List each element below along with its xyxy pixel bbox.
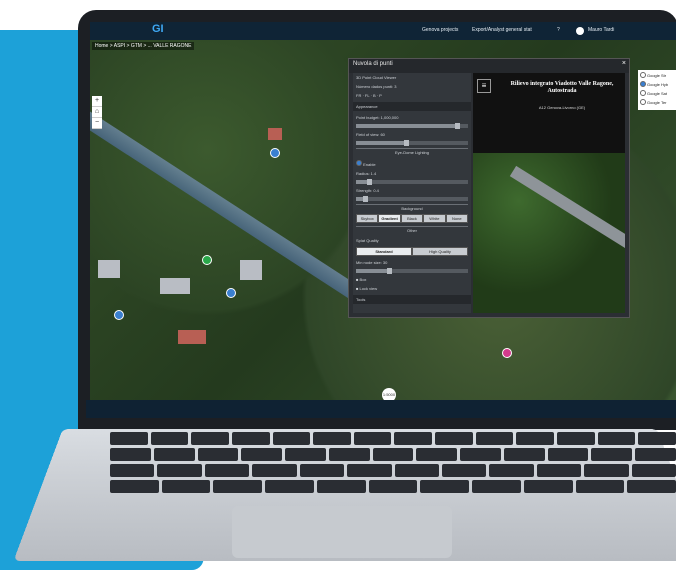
- layer-label: Google Hyb: [647, 81, 669, 87]
- points-count-label: Número dados punti: 3: [356, 84, 397, 89]
- key-row: [110, 480, 676, 493]
- radio-icon: [356, 160, 362, 166]
- fov-label: Field of view: 60: [356, 132, 385, 137]
- laptop-touchpad: [232, 506, 452, 558]
- zoom-in-button[interactable]: +: [92, 96, 102, 107]
- radius-slider[interactable]: [356, 179, 468, 185]
- base-layer-switcher: Google Str Google Hyb Google Sat Google …: [638, 70, 676, 110]
- layer-label: Google Sat: [647, 90, 668, 96]
- point-cloud-dialog: Nuvola di punti × 3D Point Cloud Viewer …: [348, 58, 630, 318]
- view-buttons[interactable]: FR · FL · B · P: [353, 91, 471, 100]
- layer-option-google-hyb[interactable]: Google Hyb: [640, 81, 676, 87]
- fov-slider[interactable]: [356, 140, 468, 146]
- bg-option-black[interactable]: Black: [400, 214, 424, 223]
- map-pin[interactable]: [202, 255, 212, 265]
- lock-view-checkbox[interactable]: ■ Lock view: [353, 284, 471, 293]
- lighting-section-title: Eye-Dome Lighting: [356, 148, 468, 155]
- map-pin[interactable]: [226, 288, 236, 298]
- app-screen: GI Genova projects Export/Analyst genera…: [90, 22, 676, 406]
- background-options: Skybox Gradient Black White None: [356, 214, 469, 223]
- point-budget-label: Point budget: 1,000,000: [356, 115, 399, 120]
- bg-option-gradient[interactable]: Gradient: [378, 214, 401, 223]
- box-label: Box: [359, 277, 367, 282]
- building: [98, 260, 120, 278]
- radius-label: Radius: 1.4: [356, 171, 377, 176]
- user-name[interactable]: Mauro Tardi: [588, 27, 614, 33]
- viewport-subtitle: A12 Genova-Livorno (GE): [538, 105, 586, 110]
- min-node-label: Min node size: 30: [356, 260, 388, 265]
- enable-lighting-toggle[interactable]: Enable: [353, 158, 471, 169]
- zoom-out-button[interactable]: −: [92, 118, 102, 129]
- home-button[interactable]: ⌂: [92, 107, 102, 118]
- help-icon[interactable]: ?: [557, 27, 560, 33]
- menu-icon[interactable]: ≡: [477, 79, 491, 93]
- map-pin[interactable]: [270, 148, 280, 158]
- splat-standard[interactable]: Standard: [356, 247, 412, 256]
- min-node-slider[interactable]: [356, 268, 468, 274]
- layer-label: Google Str: [647, 72, 667, 78]
- layer-label: Google Ter: [647, 99, 667, 105]
- radio-icon: [640, 72, 646, 78]
- lock-view-label: Lock view: [359, 286, 378, 291]
- key-row: [110, 464, 676, 477]
- bg-option-skybox[interactable]: Skybox: [356, 214, 379, 223]
- strength-label: Strength: 0.4: [356, 188, 379, 193]
- bg-option-white[interactable]: White: [423, 214, 446, 223]
- enable-label: Enable: [363, 162, 376, 167]
- splat-high-quality[interactable]: High Quality: [412, 247, 468, 256]
- building: [160, 278, 190, 294]
- top-menu-export[interactable]: Export/Analyst general stat: [472, 27, 532, 33]
- splat-quality-label: Splat Quality: [356, 238, 379, 243]
- box-checkbox[interactable]: ■ Box: [353, 275, 471, 284]
- laptop-hinge: [86, 400, 676, 418]
- highway-road: [90, 101, 377, 311]
- top-bar: GI Genova projects Export/Analyst genera…: [90, 22, 676, 40]
- strength-slider[interactable]: [356, 196, 468, 202]
- radio-icon: [640, 81, 646, 87]
- breadcrumb[interactable]: Home > ASPI > GTM > ... VALLE RAGONE: [92, 42, 195, 50]
- splat-quality-options: Standard High Quality: [356, 247, 468, 256]
- layer-option-google-str[interactable]: Google Str: [640, 72, 676, 78]
- layer-option-google-ter[interactable]: Google Ter: [640, 99, 676, 105]
- layer-option-google-sat[interactable]: Google Sat: [640, 90, 676, 96]
- app-logo[interactable]: GI: [152, 23, 164, 35]
- dialog-title[interactable]: Nuvola di punti: [349, 59, 629, 73]
- top-menu-projects[interactable]: Genova projects: [422, 27, 458, 33]
- appearance-folder[interactable]: Appearance: [353, 102, 471, 111]
- map-zoom-controls: + ⌂ −: [92, 96, 102, 129]
- point-budget-slider[interactable]: [356, 123, 468, 129]
- key-row: [110, 448, 676, 461]
- building: [178, 330, 206, 344]
- point-cloud-viewport[interactable]: ≡ Rilievo integrato Viadotto Valle Ragon…: [473, 73, 625, 313]
- background-section-title: Background: [356, 204, 468, 211]
- viewport-title: Rilievo integrato Viadotto Valle Ragone,…: [510, 81, 614, 94]
- map-pin[interactable]: [114, 310, 124, 320]
- settings-panel: 3D Point Cloud Viewer Número dados punti…: [353, 73, 471, 313]
- panel-header: 3D Point Cloud Viewer: [356, 75, 397, 80]
- building: [268, 128, 282, 140]
- bg-option-none[interactable]: None: [445, 214, 469, 223]
- map-pin[interactable]: [502, 348, 512, 358]
- key-row: [110, 432, 676, 445]
- other-section-title: Other: [356, 226, 468, 233]
- laptop-keyboard: [110, 432, 676, 500]
- radio-icon: [640, 90, 646, 96]
- tools-folder[interactable]: Tools: [353, 295, 471, 304]
- avatar[interactable]: [576, 27, 584, 35]
- radio-icon: [640, 99, 646, 105]
- close-icon[interactable]: ×: [622, 60, 626, 67]
- building: [240, 260, 262, 280]
